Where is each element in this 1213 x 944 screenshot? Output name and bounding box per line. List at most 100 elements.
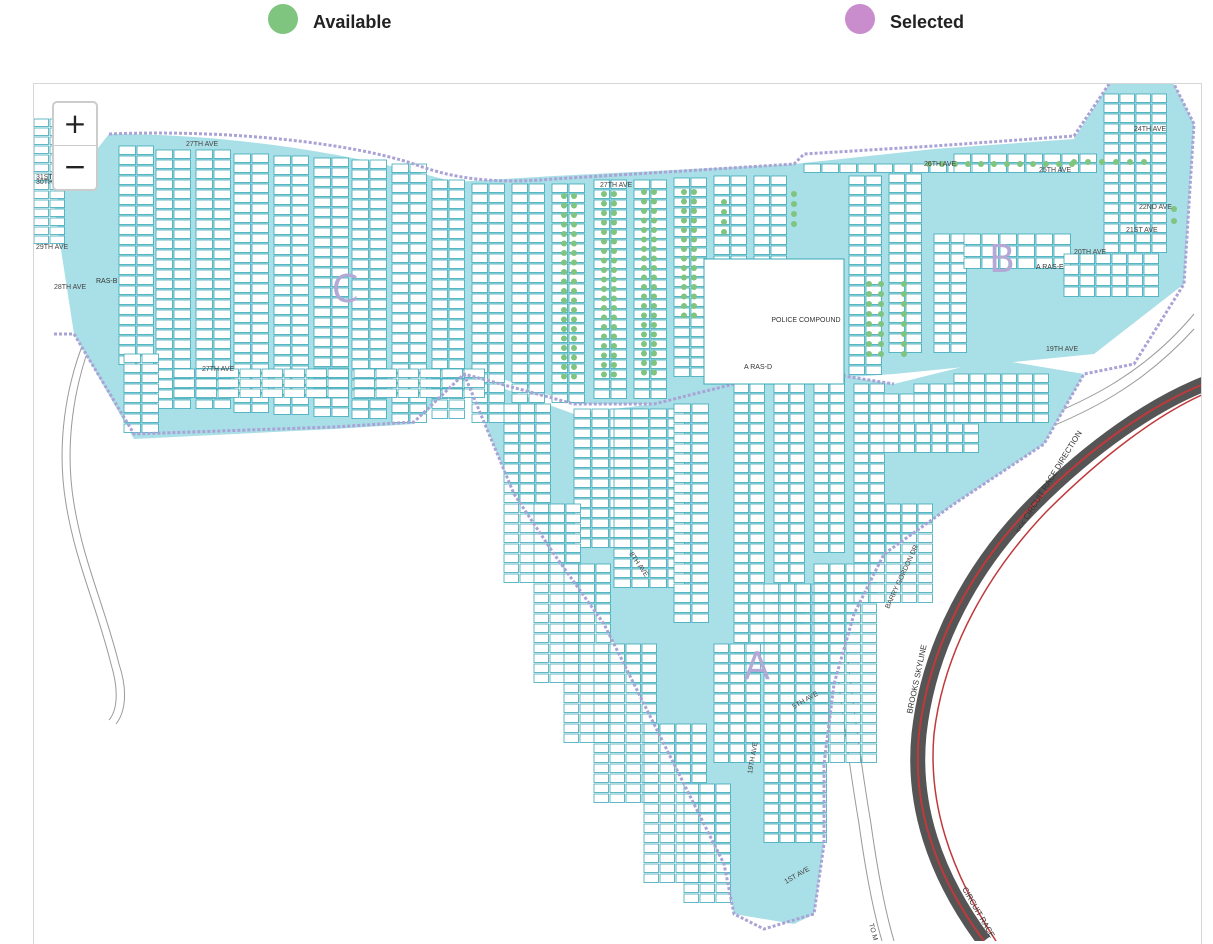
available-plot-marker[interactable] [601, 257, 607, 264]
plot-cell[interactable] [233, 303, 251, 313]
available-plot-marker[interactable] [601, 229, 607, 235]
plot-cell[interactable] [691, 453, 709, 463]
plot-cell[interactable] [488, 413, 505, 423]
plot-cell[interactable] [729, 753, 745, 763]
plot-cell[interactable] [789, 493, 805, 503]
available-plot-marker[interactable] [901, 321, 907, 327]
plot-cell[interactable] [528, 253, 545, 263]
plot-cell[interactable] [519, 403, 535, 413]
plot-cell[interactable] [528, 343, 545, 353]
plot-cell[interactable] [391, 243, 409, 253]
plot-cell[interactable] [1063, 286, 1079, 297]
plot-cell[interactable] [503, 573, 519, 583]
plot-cell[interactable] [291, 245, 309, 255]
plot-cell[interactable] [813, 503, 829, 513]
plot-cell[interactable] [155, 269, 173, 279]
available-plot-marker[interactable] [601, 191, 607, 197]
plot-cell[interactable] [773, 393, 789, 403]
plot-cell[interactable] [511, 353, 528, 363]
plot-cell[interactable] [471, 293, 488, 303]
plot-cell[interactable] [397, 388, 419, 398]
plot-cell[interactable] [829, 623, 845, 633]
available-plot-marker[interactable] [651, 265, 657, 271]
plot-cell[interactable] [985, 413, 1001, 423]
plot-cell[interactable] [649, 488, 667, 498]
plot-cell[interactable] [568, 393, 585, 403]
plot-cell[interactable] [565, 533, 581, 543]
plot-cell[interactable] [313, 347, 331, 357]
plot-cell[interactable] [1103, 143, 1119, 153]
plot-cell[interactable] [591, 478, 609, 488]
plot-cell[interactable] [291, 255, 309, 265]
plot-cell[interactable] [391, 163, 409, 173]
plot-cell[interactable] [829, 543, 845, 553]
plot-cell[interactable] [136, 195, 154, 205]
plot-cell[interactable] [789, 573, 805, 583]
plot-cell[interactable] [141, 383, 159, 393]
plot-cell[interactable] [251, 183, 269, 193]
plot-cell[interactable] [885, 503, 901, 513]
plot-cell[interactable] [888, 263, 905, 273]
plot-cell[interactable] [813, 543, 829, 553]
plot-cell[interactable] [933, 313, 950, 323]
plot-cell[interactable] [369, 279, 387, 289]
plot-cell[interactable] [641, 683, 657, 693]
plot-cell[interactable] [155, 279, 173, 289]
available-plot-marker[interactable] [691, 217, 697, 224]
plot-cell[interactable] [733, 543, 749, 553]
plot-cell[interactable] [565, 513, 581, 523]
plot-cell[interactable] [1127, 264, 1143, 275]
plot-cell[interactable] [733, 423, 749, 433]
plot-cell[interactable] [789, 453, 805, 463]
plot-cell[interactable] [251, 353, 269, 363]
plot-cell[interactable] [313, 197, 331, 207]
plot-cell[interactable] [795, 743, 811, 753]
plot-cell[interactable] [749, 383, 765, 393]
plot-cell[interactable] [351, 249, 369, 259]
plot-cell[interactable] [691, 583, 709, 593]
plot-cell[interactable] [733, 473, 749, 483]
plot-cell[interactable] [313, 257, 331, 267]
plot-cell[interactable] [283, 378, 305, 388]
plot-cell[interactable] [391, 413, 409, 423]
plot-cell[interactable] [351, 229, 369, 239]
plot-cell[interactable] [659, 843, 675, 853]
plot-cell[interactable] [649, 418, 667, 428]
plot-cell[interactable] [331, 327, 349, 337]
plot-cell[interactable] [471, 243, 488, 253]
plot-cell[interactable] [861, 663, 877, 673]
plot-cell[interactable] [905, 323, 922, 333]
plot-cell[interactable] [813, 473, 829, 483]
plot-cell[interactable] [155, 289, 173, 299]
plot-cell[interactable] [136, 305, 154, 315]
plot-cell[interactable] [195, 219, 213, 229]
available-plot-marker[interactable] [561, 193, 567, 199]
plot-cell[interactable] [1025, 153, 1043, 163]
available-plot-marker[interactable] [651, 350, 657, 357]
plot-cell[interactable] [641, 643, 657, 653]
plot-cell[interactable] [969, 403, 985, 413]
plot-cell[interactable] [593, 379, 610, 389]
plot-cell[interactable] [251, 203, 269, 213]
plot-cell[interactable] [643, 783, 659, 793]
plot-cell[interactable] [713, 643, 729, 653]
plot-cell[interactable] [609, 743, 625, 753]
plot-cell[interactable] [715, 803, 731, 813]
plot-cell[interactable] [195, 269, 213, 279]
plot-cell[interactable] [789, 463, 805, 473]
plot-cell[interactable] [488, 293, 505, 303]
plot-cell[interactable] [917, 573, 933, 583]
plot-cell[interactable] [118, 185, 136, 195]
plot-cell[interactable] [813, 703, 829, 713]
plot-cell[interactable] [173, 359, 191, 369]
plot-cell[interactable] [49, 226, 65, 235]
plot-cell[interactable] [136, 205, 154, 215]
plot-cell[interactable] [813, 573, 829, 583]
plot-cell[interactable] [351, 309, 369, 319]
plot-cell[interactable] [273, 255, 291, 265]
plot-cell[interactable] [118, 305, 136, 315]
plot-cell[interactable] [770, 205, 787, 215]
plot-cell[interactable] [1119, 203, 1135, 213]
plot-cell[interactable] [869, 443, 885, 453]
plot-cell[interactable] [579, 563, 595, 573]
